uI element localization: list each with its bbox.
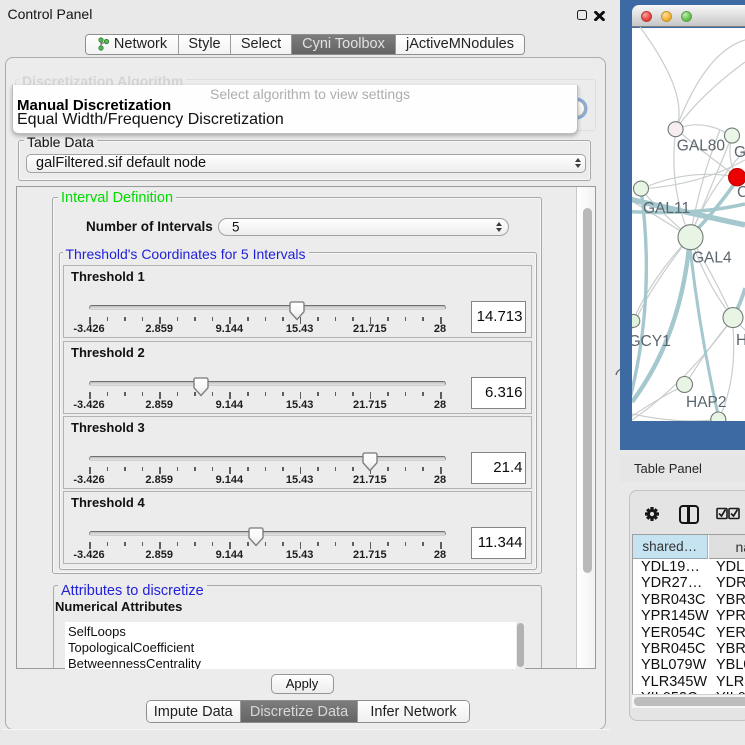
svg-text:H: H: [736, 332, 745, 349]
svg-text:GCY1: GCY1: [632, 333, 671, 350]
svg-text:GAL80: GAL80: [677, 138, 726, 155]
svg-text:C: C: [737, 184, 745, 201]
svg-text:HAP2: HAP2: [686, 394, 727, 411]
svg-text:GA: GA: [734, 144, 745, 161]
svg-text:GAL11: GAL11: [643, 200, 690, 217]
svg-text:GAL4: GAL4: [692, 250, 732, 267]
